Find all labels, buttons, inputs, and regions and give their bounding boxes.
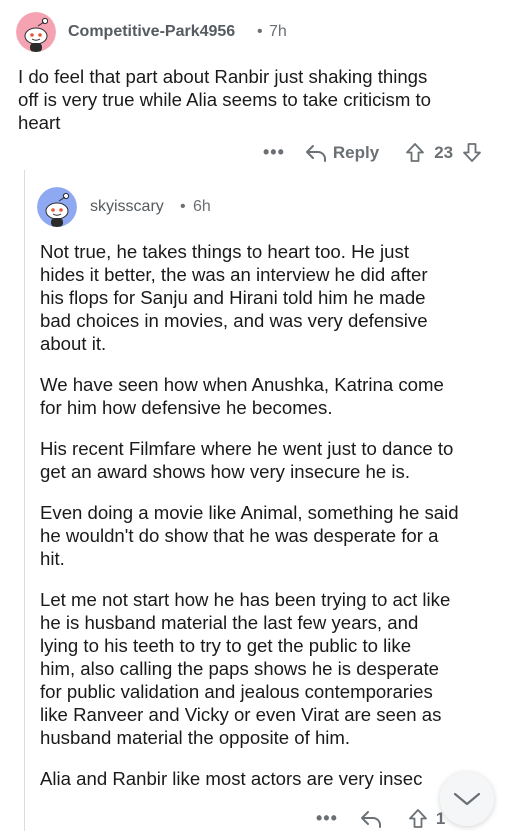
downvote-button[interactable] bbox=[462, 142, 482, 163]
reply-line: his flops for Sanju and Hirani told him … bbox=[40, 287, 426, 308]
meta-separator: • bbox=[257, 23, 263, 40]
reply-line: he wouldn't do show that he was desperat… bbox=[40, 525, 439, 546]
reply-line: for public validation and jealous contem… bbox=[40, 681, 433, 702]
upvote-arrow-icon bbox=[409, 809, 427, 828]
reply-username[interactable]: skyisscary bbox=[90, 198, 164, 216]
thread-line[interactable] bbox=[24, 170, 25, 831]
reply-line: he is husband material the last few year… bbox=[40, 612, 419, 633]
comment-line: off is very true while Alia seems to tak… bbox=[18, 89, 431, 110]
comment-line: heart bbox=[18, 112, 61, 133]
upvote-button[interactable] bbox=[408, 808, 428, 829]
avatar[interactable] bbox=[16, 12, 56, 52]
collapse-thread-button[interactable] bbox=[440, 772, 494, 826]
reply-line: for him how defensive he becomes. bbox=[40, 397, 333, 418]
reply-line: Not true, he takes things to heart too. … bbox=[40, 241, 409, 262]
meta-separator: • bbox=[180, 198, 186, 215]
more-options-button[interactable]: ••• bbox=[263, 142, 285, 163]
reply-paragraph: We have seen how when Anushka, Katrina c… bbox=[40, 373, 510, 419]
reply-actions: ••• 1 bbox=[316, 808, 445, 829]
downvote-arrow-icon bbox=[463, 143, 482, 162]
reply-paragraph: Not true, he takes things to heart too. … bbox=[40, 240, 510, 355]
reply-line: Alia and Ranbir like most actors are ver… bbox=[40, 768, 423, 789]
comment-actions: ••• Reply 23 bbox=[263, 142, 482, 163]
reply-line: husband material the opposite of him. bbox=[40, 727, 351, 748]
reply-paragraph: Alia and Ranbir like most actors are ver… bbox=[40, 767, 510, 790]
reply-arrow-icon bbox=[305, 144, 326, 162]
reply-line: hit. bbox=[40, 548, 65, 569]
reply-line: like Ranveer and Vicky or even Virat are… bbox=[40, 704, 442, 725]
comment-timestamp: 7h bbox=[269, 23, 287, 40]
reply-line: lying to his teeth to try to get the pub… bbox=[40, 635, 412, 656]
snoo-avatar-icon bbox=[37, 187, 77, 227]
vote-count: 23 bbox=[434, 142, 454, 162]
reply-line: Let me not start how he has been trying … bbox=[40, 589, 451, 610]
comment-username[interactable]: Competitive-Park4956 bbox=[68, 23, 235, 41]
reply-paragraph: Let me not start how he has been trying … bbox=[40, 588, 510, 749]
reply-line: him, also calling the paps shows he is d… bbox=[40, 658, 439, 679]
snoo-avatar-icon bbox=[16, 12, 56, 52]
upvote-button[interactable] bbox=[405, 142, 425, 163]
reply-line: get an award shows how very insecure he … bbox=[40, 461, 410, 482]
more-options-button[interactable]: ••• bbox=[316, 808, 338, 829]
reply-button[interactable]: Reply bbox=[305, 143, 379, 163]
reply-paragraph: Even doing a movie like Animal, somethin… bbox=[40, 501, 510, 570]
reply-line: hides it better, the was an interview he… bbox=[40, 264, 428, 285]
upvote-arrow-icon bbox=[406, 143, 425, 162]
reply-line: about it. bbox=[40, 333, 107, 354]
reply-paragraph: His recent Filmfare where he went just t… bbox=[40, 437, 510, 483]
reply-label: Reply bbox=[332, 142, 380, 162]
comment-body: I do feel that part about Ranbir just sh… bbox=[18, 65, 498, 134]
chevron-down-icon bbox=[453, 792, 481, 806]
comment-line: I do feel that part about Ranbir just sh… bbox=[18, 66, 428, 87]
reply-button[interactable] bbox=[360, 809, 382, 829]
reply-timestamp: 6h bbox=[193, 198, 211, 215]
reply-line: We have seen how when Anushka, Katrina c… bbox=[40, 374, 444, 395]
reply-line: bad choices in movies, and was very defe… bbox=[40, 310, 428, 331]
avatar[interactable] bbox=[37, 187, 77, 227]
reply-line: Even doing a movie like Animal, somethin… bbox=[40, 502, 459, 523]
reply-arrow-icon bbox=[360, 810, 381, 828]
reply-line: His recent Filmfare where he went just t… bbox=[40, 438, 454, 459]
reply-body: Not true, he takes things to heart too. … bbox=[40, 240, 510, 790]
